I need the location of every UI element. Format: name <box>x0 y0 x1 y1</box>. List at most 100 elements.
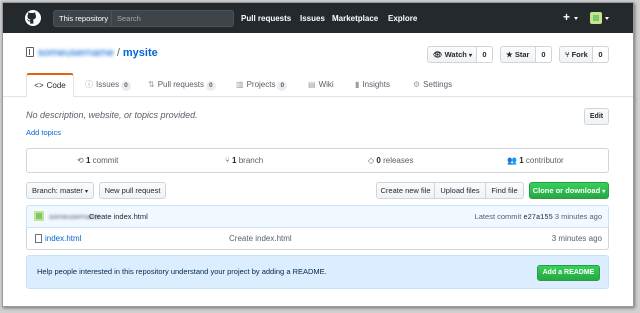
tab-code-label: Code <box>46 81 66 90</box>
tab-pulls-label: Pull requests <box>157 80 204 89</box>
edit-description-button[interactable]: Edit <box>584 108 609 125</box>
code-icon: <> <box>34 81 44 90</box>
fork-count[interactable]: 0 <box>593 46 609 63</box>
nav-explore[interactable]: Explore <box>388 14 417 23</box>
graph-icon: ▮ <box>355 80 360 89</box>
repo-title: someusername / mysite <box>26 47 158 59</box>
search-scope-label: This repository <box>54 11 112 26</box>
star-button[interactable]: ★ Star <box>500 46 536 63</box>
clone-caret-icon: ▾ <box>602 189 606 195</box>
branch-icon: ⑂ <box>225 156 230 165</box>
tab-projects-label: Projects <box>246 80 276 89</box>
fork-icon: ⑂ <box>565 50 570 59</box>
watch-caret-icon: ▾ <box>468 53 472 59</box>
fork-button[interactable]: ⑂ Fork <box>559 46 593 63</box>
nav-issues[interactable]: Issues <box>300 14 325 23</box>
tab-settings[interactable]: ⚙ Settings <box>413 73 452 97</box>
github-logo-icon[interactable] <box>25 10 41 26</box>
nav-pull-requests[interactable]: Pull requests <box>241 14 291 23</box>
tab-issues[interactable]: ⓘ Issues 0 <box>85 73 131 97</box>
branch-caret-icon: ▾ <box>84 189 88 195</box>
file-row: index.html Create index.html 3 minutes a… <box>26 228 609 250</box>
new-pull-request-button[interactable]: New pull request <box>99 182 166 199</box>
repo-name-link[interactable]: mysite <box>123 47 158 59</box>
user-avatar[interactable] <box>590 12 602 24</box>
latest-commit-label: Latest commit <box>474 212 522 221</box>
tab-insights-label: Insights <box>362 80 390 89</box>
watch-label: Watch <box>444 50 467 59</box>
commits-link[interactable]: ⟲ 1 commit <box>77 149 118 172</box>
commit-author-avatar[interactable] <box>34 211 44 221</box>
star-count[interactable]: 0 <box>536 46 552 63</box>
branch-select-button[interactable]: Branch: master ▾ <box>26 182 94 199</box>
history-icon: ⟲ <box>77 156 84 165</box>
issues-count-badge: 0 <box>121 81 131 91</box>
latest-commit-info: Latest commit e27a155 3 minutes ago <box>475 206 602 229</box>
file-icon <box>35 234 42 243</box>
readme-prompt: Help people interested in this repositor… <box>26 255 609 289</box>
add-topics-link[interactable]: Add topics <box>26 128 61 137</box>
browser-page: This repository Pull requests Issues Mar… <box>2 2 634 307</box>
releases-label: releases <box>383 156 414 165</box>
tab-code[interactable]: <> Code <box>26 73 74 98</box>
tab-wiki[interactable]: ▤ Wiki <box>308 73 334 97</box>
commits-count: 1 <box>85 156 91 165</box>
tab-pull-requests[interactable]: ⇅ Pull requests 0 <box>148 73 216 97</box>
upload-files-button[interactable]: Upload files <box>435 182 486 199</box>
releases-count: 0 <box>376 156 381 165</box>
fork-label: Fork <box>571 50 588 59</box>
releases-link[interactable]: ◇ 0 releases <box>368 149 413 172</box>
repo-book-icon <box>26 47 34 57</box>
file-age: 3 minutes ago <box>551 234 602 243</box>
new-plus-icon[interactable]: + <box>563 11 570 23</box>
project-icon: ▥ <box>236 80 244 89</box>
eye-icon: 👁 <box>433 50 443 59</box>
repo-separator: / <box>116 47 120 59</box>
branches-count: 1 <box>232 156 237 165</box>
find-file-button[interactable]: Find file <box>486 182 524 199</box>
repo-owner-link[interactable]: someusername <box>38 47 114 59</box>
watch-count[interactable]: 0 <box>477 46 493 63</box>
contributors-count: 1 <box>519 156 524 165</box>
nav-marketplace[interactable]: Marketplace <box>332 14 378 23</box>
file-name-link[interactable]: index.html <box>45 228 81 249</box>
pull-request-icon: ⇅ <box>148 80 155 89</box>
branches-label: branch <box>238 156 264 165</box>
tab-insights[interactable]: ▮ Insights <box>355 73 390 97</box>
tab-settings-label: Settings <box>423 80 453 89</box>
tab-issues-label: Issues <box>96 80 120 89</box>
branch-select-label: Branch: master <box>32 186 83 195</box>
commits-label: commit <box>92 156 119 165</box>
clone-label: Clone or download <box>532 186 601 195</box>
latest-commit-bar: someusername Create index.html Latest co… <box>26 205 609 228</box>
tab-wiki-label: Wiki <box>318 80 334 89</box>
commit-message-link[interactable]: Create index.html <box>89 206 148 228</box>
repo-description: No description, website, or topics provi… <box>26 110 198 120</box>
star-label: Star <box>514 50 530 59</box>
create-new-file-button[interactable]: Create new file <box>376 182 435 199</box>
search-box: This repository <box>53 10 234 27</box>
avatar-caret-icon[interactable] <box>605 17 609 20</box>
projects-count-badge: 0 <box>277 81 288 91</box>
branches-link[interactable]: ⑂ 1 branch <box>225 149 263 172</box>
repo-summary: ⟲ 1 commit ⑂ 1 branch ◇ 0 releases 👥 1 c… <box>26 148 609 173</box>
clone-or-download-button[interactable]: Clone or download ▾ <box>529 182 609 199</box>
star-icon: ★ <box>506 50 513 59</box>
tab-projects[interactable]: ▥ Projects 0 <box>236 73 288 97</box>
tag-icon: ◇ <box>368 156 375 165</box>
plus-caret-icon[interactable] <box>574 17 578 20</box>
site-header: This repository Pull requests Issues Mar… <box>3 3 633 33</box>
file-commit-message-link[interactable]: Create index.html <box>229 228 292 249</box>
commit-age: 3 minutes ago <box>554 212 602 221</box>
wiki-book-icon: ▤ <box>308 80 316 89</box>
issue-icon: ⓘ <box>85 80 93 89</box>
repo-tabs: <> Code ⓘ Issues 0 ⇅ Pull requests 0 ▥ Project… <box>3 73 633 98</box>
gear-icon: ⚙ <box>413 80 421 89</box>
watch-button[interactable]: 👁 Watch ▾ <box>427 46 477 63</box>
pulls-count-badge: 0 <box>205 81 216 91</box>
commit-sha-link[interactable]: e27a155 <box>523 214 552 222</box>
contributors-link[interactable]: 👥 1 contributor <box>507 149 564 172</box>
people-icon: 👥 <box>507 156 517 165</box>
add-readme-button[interactable]: Add a README <box>537 265 600 281</box>
search-input[interactable] <box>114 11 229 26</box>
